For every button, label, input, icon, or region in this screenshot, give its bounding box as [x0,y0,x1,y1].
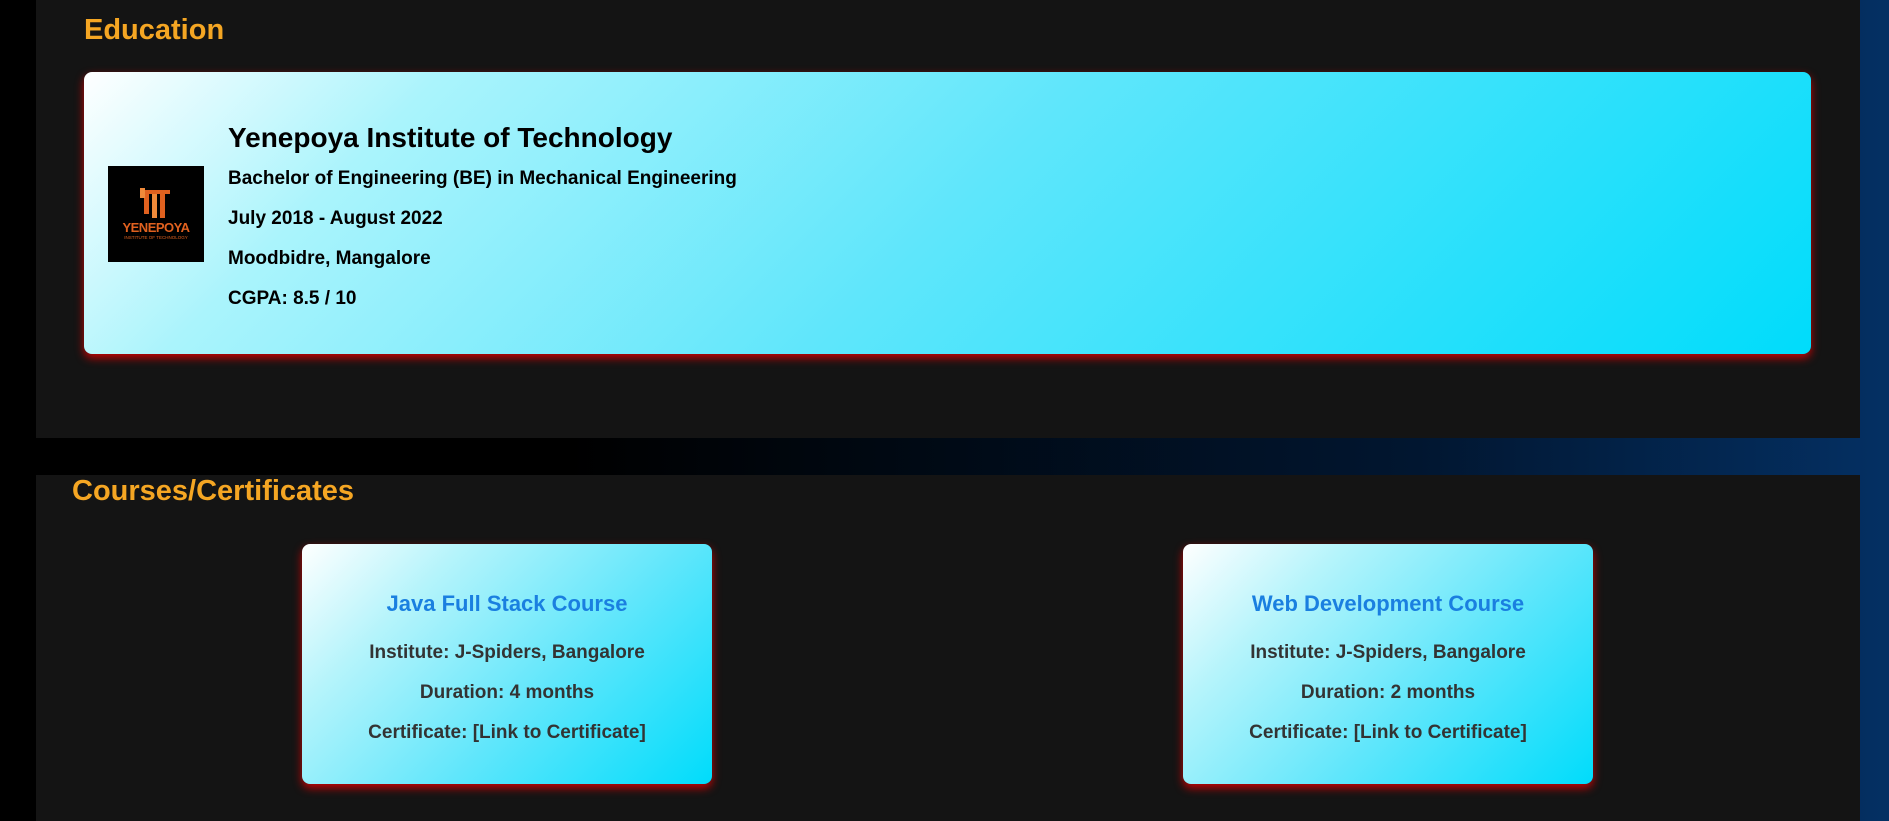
degree-text: Bachelor of Engineering (BE) in Mechanic… [228,168,737,189]
course-card: Java Full Stack Course Institute: J-Spid… [302,544,712,784]
course-institute: Institute: J-Spiders, Bangalore [1250,642,1526,663]
course-duration: Duration: 2 months [1300,682,1476,703]
course-duration: Duration: 4 months [419,682,595,703]
logo-subtext: INSTITUTE OF TECHNOLOGY [124,235,188,240]
certificate-label: Certificate: [368,722,473,743]
courses-section: Courses/Certificates Java Full Stack Cou… [36,475,1860,821]
certificate-link[interactable]: [Link to Certificate] [473,722,646,743]
course-certificate: Certificate: [Link to Certificate] [1183,722,1593,744]
pillar-logo-icon [140,188,170,218]
location-text: Moodbidre, Mangalore [228,248,431,269]
grade-text: CGPA: 8.5 / 10 [228,288,357,309]
courses-heading: Courses/Certificates [72,475,355,507]
certificate-label: Certificate: [1249,722,1354,743]
period-text: July 2018 - August 2022 [228,208,443,229]
education-card: YENEPOYA INSTITUTE OF TECHNOLOGY Yenepoy… [84,72,1811,354]
logo-text: YENEPOYA [122,220,190,235]
institution-logo: YENEPOYA INSTITUTE OF TECHNOLOGY [108,166,204,262]
certificate-link[interactable]: [Link to Certificate] [1354,722,1527,743]
course-certificate: Certificate: [Link to Certificate] [302,722,712,744]
education-section: Education YENEPOYA INSTITUTE OF TECHNOLO… [36,0,1860,438]
education-heading: Education [84,14,225,46]
institution-name: Yenepoya Institute of Technology [228,122,673,153]
course-title: Java Full Stack Course [386,591,628,616]
education-info: Yenepoya Institute of Technology Bachelo… [228,122,737,328]
course-card: Web Development Course Institute: J-Spid… [1183,544,1593,784]
course-title: Web Development Course [1251,591,1525,616]
course-institute: Institute: J-Spiders, Bangalore [369,642,645,663]
